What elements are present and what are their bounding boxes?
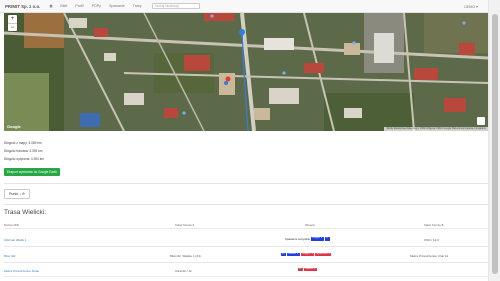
- status-badge[interactable]: ZP: [298, 268, 303, 272]
- scrollbar-thumb[interactable]: [492, 14, 498, 274]
- divider: [4, 204, 488, 205]
- column-header-cable-b: Kabel Stronie B: [424, 223, 444, 227]
- map-attribution[interactable]: Skróty klawiszowe Dane mapy ©2021 Zdjęci…: [384, 127, 488, 131]
- table-divider: [4, 276, 488, 277]
- satellite-map[interactable]: + − Google Skróty klawiszowe Dane mapy ©…: [4, 13, 488, 131]
- table-row-name[interactable]: Brze GD: [4, 254, 16, 258]
- status-badge[interactable]: Wyłączenie ▼: [315, 253, 332, 257]
- table-divider: [4, 228, 488, 229]
- fullscreen-icon[interactable]: [477, 117, 485, 125]
- add-point-button[interactable]: Punkt ↓ ⟳: [4, 189, 30, 199]
- status-badge[interactable]: ZP: [324, 237, 330, 241]
- table-row-tags: ZP Odcinek ▼ Przyjęcie ▼ Wyłączenie ▼: [281, 253, 332, 257]
- nav-link-popy[interactable]: POPy: [92, 4, 101, 8]
- export-google-earth-button[interactable]: Eksport wymiarów do Google Earth: [4, 168, 60, 176]
- user-menu[interactable]: DEMO ▾: [464, 0, 480, 13]
- google-logo: Google: [7, 124, 21, 129]
- status-badge[interactable]: Odcinek ▼: [286, 253, 300, 257]
- table-row-cable-a: Bloki 02, Wielkie 1 (24): [170, 254, 201, 258]
- table-row-name[interactable]: Mokre Przestrzenne Ściek: [4, 269, 39, 273]
- table-row-cable-a: Ulica 02 / 12: [175, 269, 192, 273]
- column-header-name: Nazwa ODF: [4, 223, 20, 227]
- nav-link-spawanie[interactable]: Spawanie: [109, 4, 125, 8]
- home-icon[interactable]: [48, 4, 53, 8]
- distance-map: Długość z mapy: 3.069 km: [4, 141, 42, 145]
- route-title: Trasa Wielicki:: [4, 209, 47, 216]
- nav-link-bilet[interactable]: Bilet: [60, 4, 67, 8]
- satellite-imagery: [4, 13, 488, 131]
- nav-link-profil[interactable]: Profil: [75, 4, 83, 8]
- user-menu-label[interactable]: DEMO ▾: [464, 5, 478, 9]
- column-header-cable-a: Kabel Stronie A: [175, 223, 195, 227]
- app-window: PRIMIT Sp. z o.o. Bilet Profil POPy Spaw…: [0, 0, 500, 281]
- divider: [4, 183, 488, 184]
- status-badge[interactable]: Przyjęte ▼: [311, 237, 324, 241]
- brand-logo[interactable]: PRIMIT Sp. z o.o.: [5, 4, 40, 9]
- page-scrollbar[interactable]: [488, 0, 500, 281]
- table-row-cable-b: OSN / 12.0: [424, 238, 439, 242]
- status-badge[interactable]: Wydanie ▼: [303, 268, 318, 272]
- distance-optical: Długość optyczna: 4.394 km: [4, 157, 45, 161]
- zoom-in-button[interactable]: +: [8, 15, 17, 23]
- table-row-cable-b: Mokre Przestrzenne, blok 12: [410, 254, 449, 258]
- table-row-name[interactable]: Odcinek Wielki 1: [4, 238, 26, 242]
- status-badge[interactable]: Przyjęcie ▼: [300, 253, 315, 257]
- link-text: Spawanie wszystkie: [285, 237, 311, 241]
- distance-route: Długość trasowa: 4.394 km: [4, 149, 43, 153]
- table-divider: [4, 262, 488, 263]
- table-divider: [4, 246, 488, 247]
- nav-link-trasy[interactable]: Trasy: [133, 4, 142, 8]
- search-input[interactable]: [151, 3, 200, 9]
- table-row-tags: ZP Wydanie ▼: [298, 268, 318, 272]
- column-header-link: Wpięcie: [305, 223, 315, 227]
- status-badge[interactable]: ZP: [281, 253, 286, 257]
- top-navbar: PRIMIT Sp. z o.o. Bilet Profil POPy Spaw…: [0, 0, 488, 13]
- table-row-tags: Spawanie wszystkie Przyjęte ▼ ZP: [285, 237, 331, 241]
- zoom-out-button[interactable]: −: [8, 23, 17, 31]
- map-zoom-control: + −: [8, 15, 17, 31]
